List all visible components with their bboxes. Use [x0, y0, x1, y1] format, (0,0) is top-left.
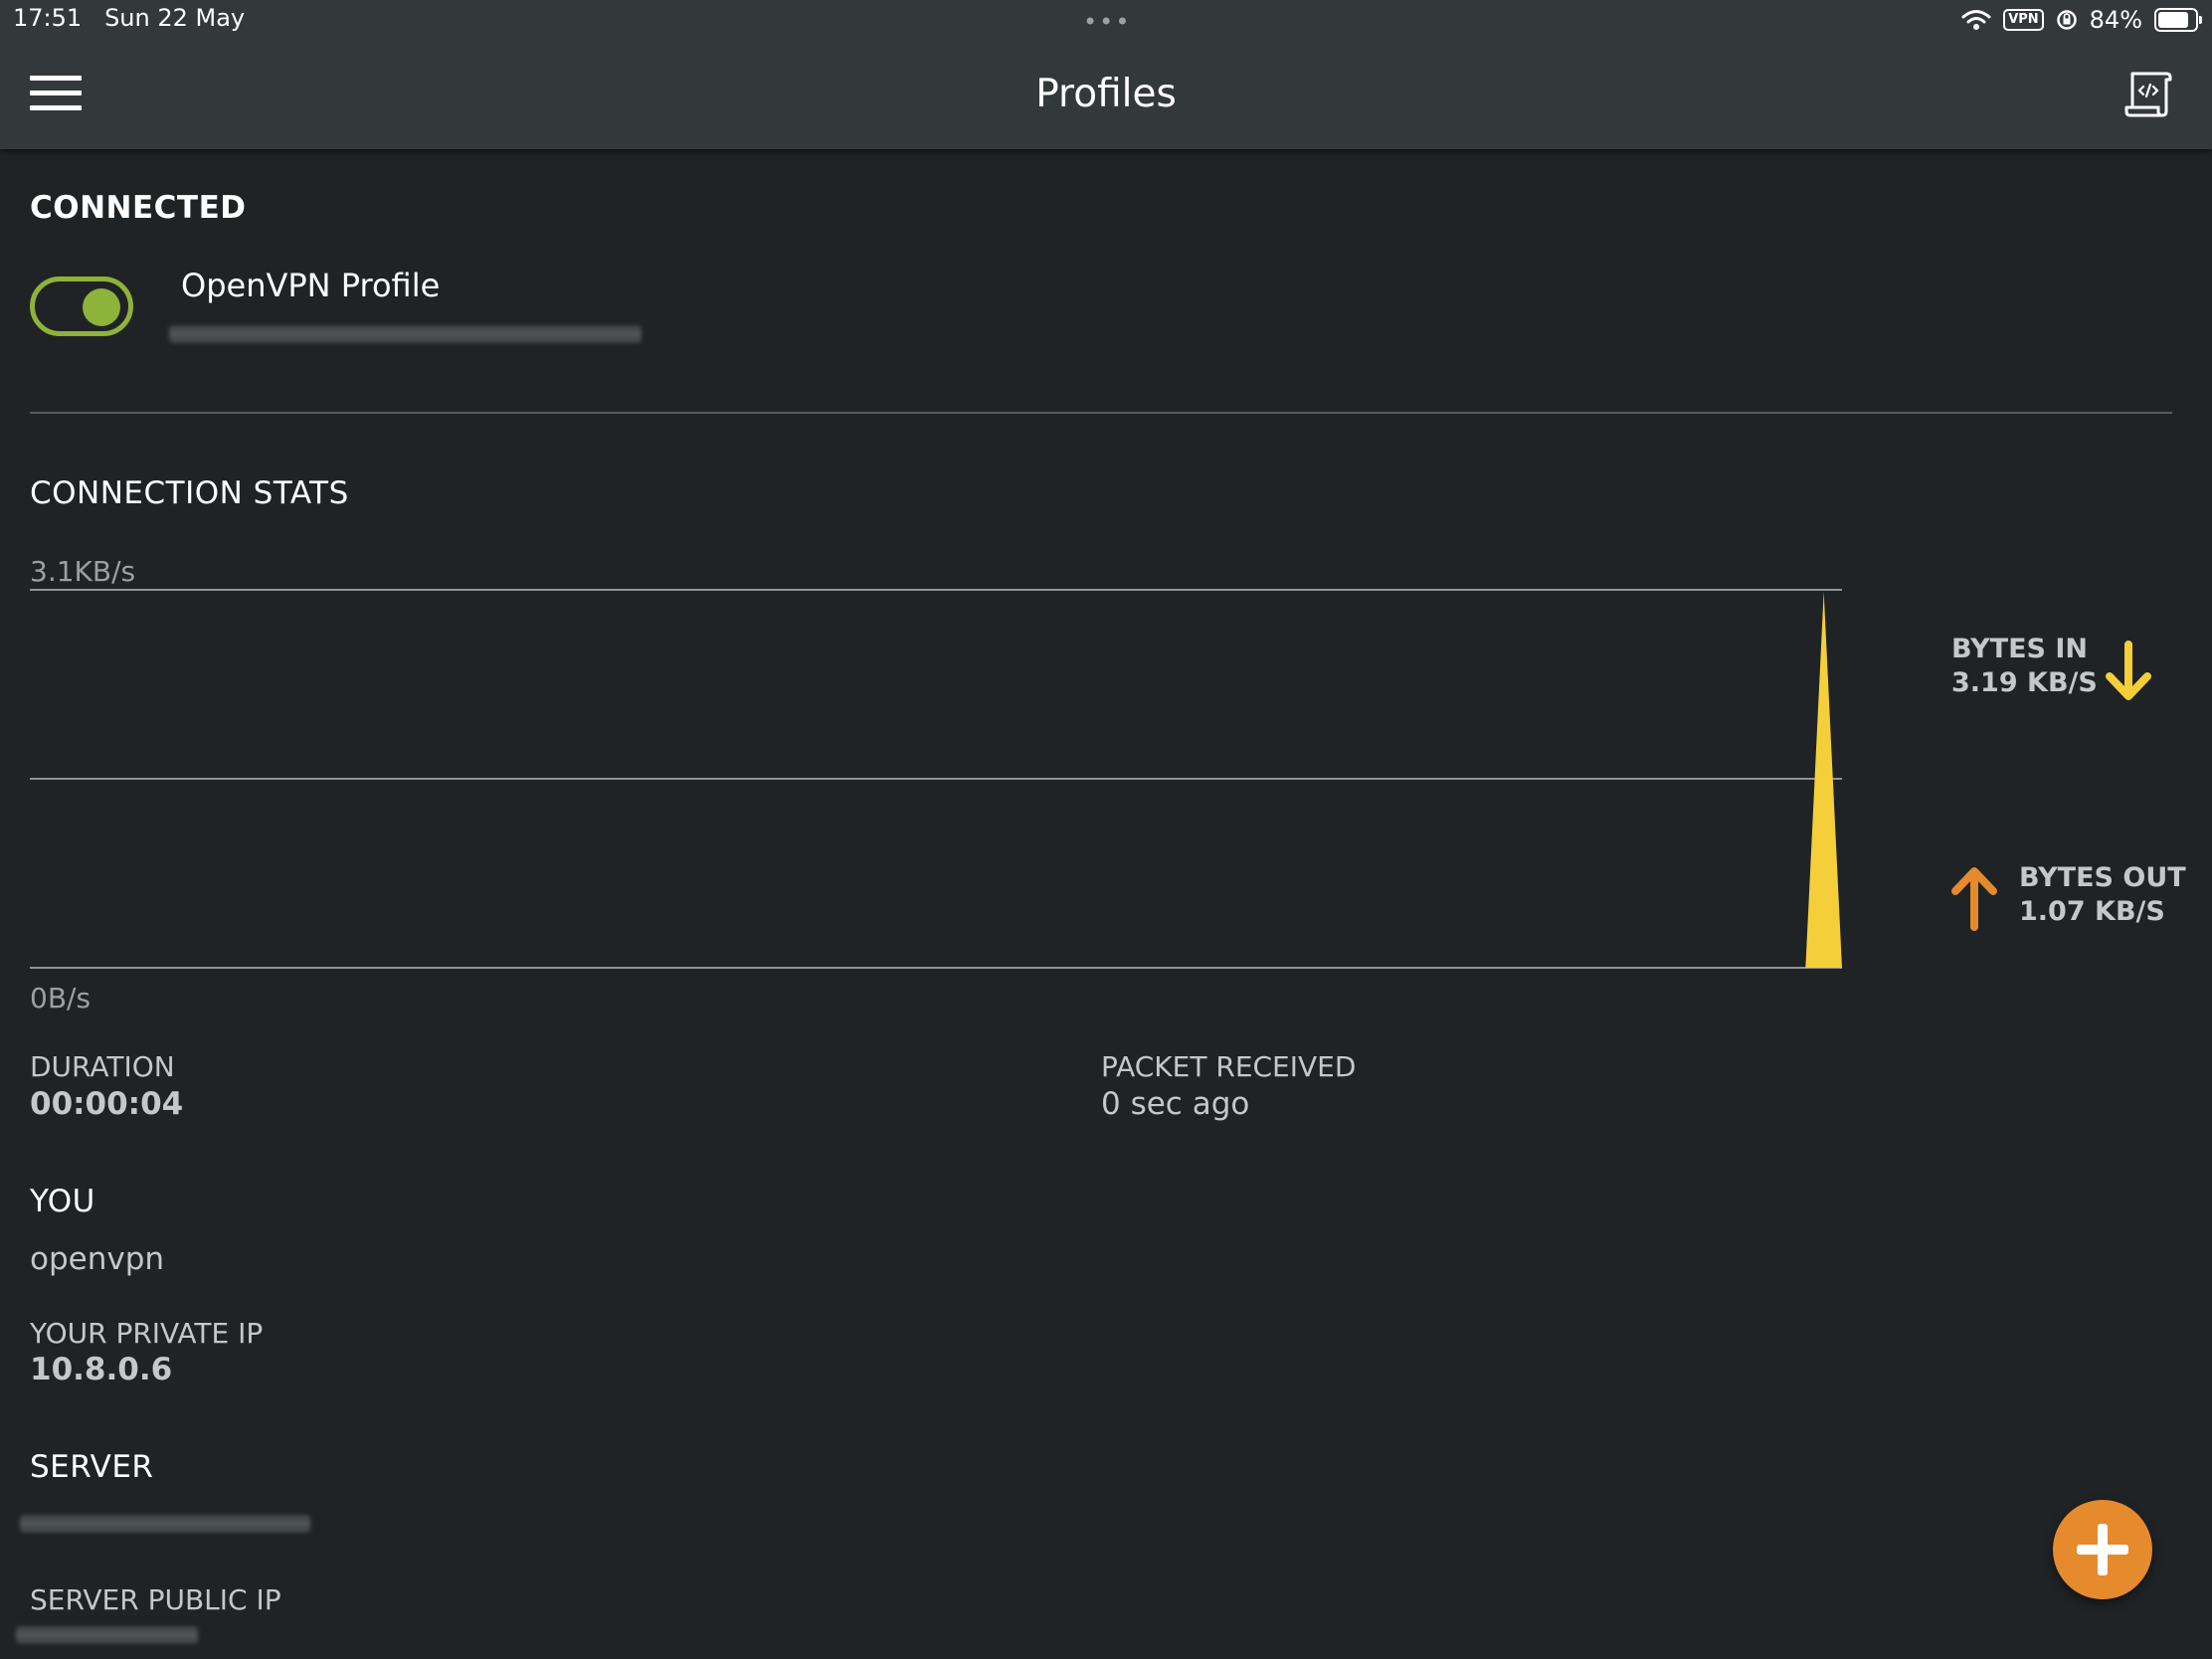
duration-value: 00:00:04 — [30, 1086, 184, 1122]
connection-stats-heading: CONNECTION STATS — [30, 475, 349, 511]
username-value: openvpn — [30, 1241, 165, 1277]
bytes-out-value: 1.07 KB/S — [2019, 896, 2165, 927]
vpn-connection-toggle[interactable] — [30, 276, 133, 336]
profile-name[interactable]: OpenVPN Profile — [181, 267, 440, 304]
toggle-knob — [83, 288, 120, 326]
server-heading: SERVER — [30, 1449, 154, 1485]
log-scroll-icon[interactable] — [2122, 70, 2174, 119]
battery-level — [2158, 12, 2189, 28]
server-public-ip-label: SERVER PUBLIC IP — [30, 1583, 281, 1616]
connected-heading: CONNECTED — [30, 190, 247, 226]
battery-percent: 84% — [2089, 6, 2142, 34]
page-title: Profiles — [1035, 72, 1177, 116]
vpn-badge: VPN — [2003, 9, 2044, 31]
rotation-lock-icon — [2056, 10, 2077, 30]
add-profile-button[interactable] — [2053, 1500, 2152, 1599]
bytes-in-stat: BYTES IN 3.19 KB/S — [1951, 633, 2098, 700]
arrow-down-icon — [2106, 641, 2151, 700]
section-divider — [30, 412, 2172, 414]
wifi-icon — [1961, 10, 1991, 30]
multitasking-dots-icon[interactable]: ••• — [1083, 8, 1131, 36]
packet-received-value: 0 sec ago — [1101, 1086, 1250, 1122]
top-bar: 17:51 Sun 22 May ••• VPN 84% Profiles — [0, 0, 2212, 149]
battery-icon — [2154, 8, 2202, 32]
status-clock: 17:51 — [13, 4, 83, 32]
private-ip-value: 10.8.0.6 — [30, 1352, 173, 1387]
chart-y-min-label: 0B/s — [30, 982, 92, 1014]
bytes-out-label: BYTES OUT — [2019, 862, 2186, 893]
status-time: 17:51 Sun 22 May — [13, 4, 245, 32]
status-icons: VPN 84% — [1961, 4, 2202, 36]
packet-received-label: PACKET RECEIVED — [1101, 1050, 1357, 1083]
you-heading: YOU — [30, 1184, 95, 1219]
chart-y-max-label: 3.1KB/s — [30, 555, 136, 588]
redacted-server-name — [20, 1516, 310, 1532]
bytes-out-stat: BYTES OUT 1.07 KB/S — [2019, 861, 2186, 929]
bytes-in-value: 3.19 KB/S — [1951, 667, 2098, 698]
private-ip-label: YOUR PRIVATE IP — [30, 1317, 264, 1350]
redacted-server-ip — [16, 1627, 198, 1643]
bandwidth-chart — [30, 589, 1842, 969]
redacted-profile-detail — [169, 326, 642, 342]
duration-label: DURATION — [30, 1050, 175, 1083]
status-date: Sun 22 May — [104, 4, 246, 32]
arrow-up-icon — [1951, 867, 1997, 931]
bytes-in-label: BYTES IN — [1951, 634, 2089, 664]
